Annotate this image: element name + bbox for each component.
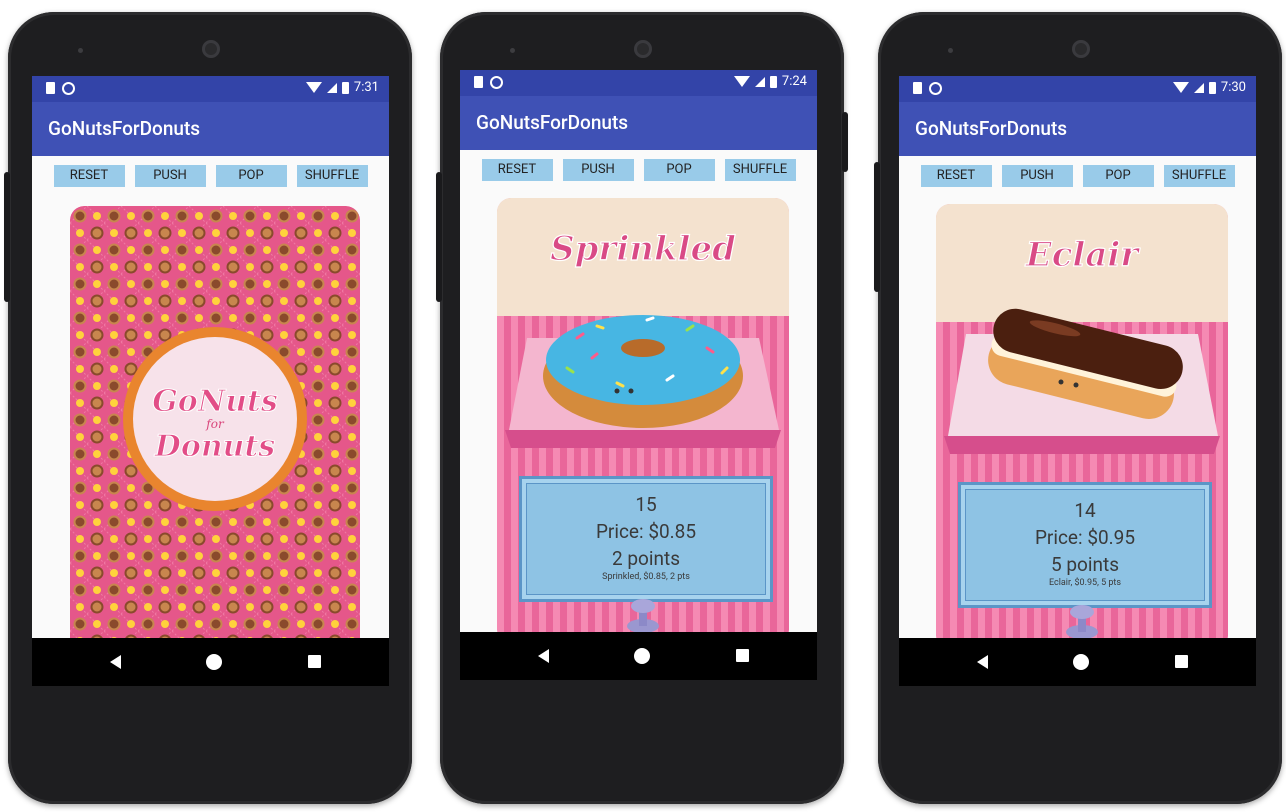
recent-apps-icon[interactable]	[736, 649, 749, 662]
shuffle-button[interactable]: SHUFFLE	[296, 165, 368, 187]
button-row: RESET PUSH POP SHUFFLE	[460, 159, 817, 181]
front-camera	[202, 40, 220, 58]
button-row: RESET PUSH POP SHUFFLE	[899, 165, 1256, 187]
donut-id: 15	[635, 493, 657, 516]
navigation-bar	[32, 638, 389, 686]
knob-icon	[623, 598, 663, 634]
status-bar: 7:31	[32, 76, 389, 102]
logo-line-3: Donuts	[154, 429, 276, 464]
signal-icon	[326, 82, 337, 93]
pop-button[interactable]: POP	[643, 159, 715, 181]
donut-name: Sprinkled	[550, 229, 736, 269]
recent-apps-icon[interactable]	[1175, 655, 1188, 668]
sd-card-icon	[46, 82, 55, 94]
wifi-icon	[305, 82, 322, 93]
signal-icon	[754, 76, 765, 87]
volume-button	[436, 172, 442, 302]
donut-card-back[interactable]: GoNuts for Donuts	[70, 206, 360, 652]
sd-card-icon	[913, 82, 922, 94]
reset-button[interactable]: RESET	[920, 165, 992, 187]
sync-circle-icon	[929, 82, 942, 95]
navigation-bar	[460, 632, 817, 680]
app-title: GoNutsForDonuts	[460, 96, 817, 150]
sensor-dot	[510, 48, 515, 53]
logo-line-1: GoNuts	[152, 384, 278, 419]
push-button[interactable]: PUSH	[562, 159, 634, 181]
sd-card-icon	[474, 76, 483, 88]
navigation-bar	[899, 638, 1256, 686]
wifi-icon	[1172, 82, 1189, 93]
recent-apps-icon[interactable]	[308, 655, 321, 668]
power-button	[842, 112, 848, 172]
donut-points: 5 points	[1050, 553, 1120, 576]
front-camera	[634, 40, 652, 58]
donut-points: 2 points	[611, 547, 681, 570]
status-time: 7:30	[1220, 80, 1246, 95]
battery-icon	[769, 75, 777, 88]
status-bar: 7:24	[460, 70, 817, 96]
front-camera	[1072, 40, 1090, 58]
donut-card-front[interactable]: Eclair 14 Price: $0.95 5 points Eclair, …	[936, 204, 1228, 650]
status-bar: 7:30	[899, 76, 1256, 102]
screen: 7:31 GoNutsForDonuts RESET PUSH POP SHUF…	[32, 76, 389, 686]
pop-button[interactable]: POP	[215, 165, 287, 187]
battery-icon	[1208, 81, 1216, 94]
home-icon[interactable]	[1073, 654, 1089, 670]
screen: 7:24 GoNutsForDonuts RESET PUSH POP SHUF…	[460, 70, 817, 680]
info-panel: 14 Price: $0.95 5 points Eclair, $0.95, …	[958, 482, 1212, 608]
push-button[interactable]: PUSH	[134, 165, 206, 187]
status-time: 7:24	[781, 74, 807, 89]
knob-icon	[1062, 604, 1102, 640]
shuffle-button[interactable]: SHUFFLE	[1163, 165, 1235, 187]
sensor-dot	[78, 48, 83, 53]
donut-name: Eclair	[1025, 235, 1140, 275]
back-icon[interactable]	[110, 655, 121, 669]
pop-button[interactable]: POP	[1082, 165, 1154, 187]
volume-button	[874, 162, 880, 292]
battery-icon	[341, 81, 349, 94]
app-title: GoNutsForDonuts	[899, 102, 1256, 156]
phone-1: 7:31 GoNutsForDonuts RESET PUSH POP SHUF…	[4, 12, 412, 804]
donut-card-front[interactable]: Sprinkled 15 Price: $0.85 2 points Sprin…	[497, 198, 789, 644]
donut-id: 14	[1074, 499, 1096, 522]
home-icon[interactable]	[634, 648, 650, 664]
power-button	[4, 172, 10, 302]
sync-circle-icon	[490, 76, 503, 89]
donut-price: Price: $0.85	[595, 520, 697, 543]
sensor-dot	[948, 48, 953, 53]
back-icon[interactable]	[977, 655, 988, 669]
status-time: 7:31	[353, 80, 379, 95]
app-title: GoNutsForDonuts	[32, 102, 389, 156]
donut-summary: Eclair, $0.95, 5 pts	[1048, 578, 1122, 588]
signal-icon	[1193, 82, 1204, 93]
phone-2: 7:24 GoNutsForDonuts RESET PUSH POP SHUF…	[436, 12, 848, 804]
screen: 7:30 GoNutsForDonuts RESET PUSH POP SHUF…	[899, 76, 1256, 686]
push-button[interactable]: PUSH	[1001, 165, 1073, 187]
reset-button[interactable]: RESET	[481, 159, 553, 181]
donut-summary: Sprinkled, $0.85, 2 pts	[602, 572, 690, 582]
phone-3: 7:30 GoNutsForDonuts RESET PUSH POP SHUF…	[874, 12, 1282, 804]
home-icon[interactable]	[206, 654, 222, 670]
shuffle-button[interactable]: SHUFFLE	[724, 159, 796, 181]
donut-price: Price: $0.95	[1034, 526, 1136, 549]
sync-circle-icon	[62, 82, 75, 95]
card-back-art: GoNuts for Donuts	[70, 206, 360, 652]
button-row: RESET PUSH POP SHUFFLE	[32, 165, 389, 187]
reset-button[interactable]: RESET	[53, 165, 125, 187]
wifi-icon	[733, 76, 750, 87]
info-panel: 15 Price: $0.85 2 points Sprinkled, $0.8…	[519, 476, 773, 602]
back-icon[interactable]	[538, 649, 549, 663]
